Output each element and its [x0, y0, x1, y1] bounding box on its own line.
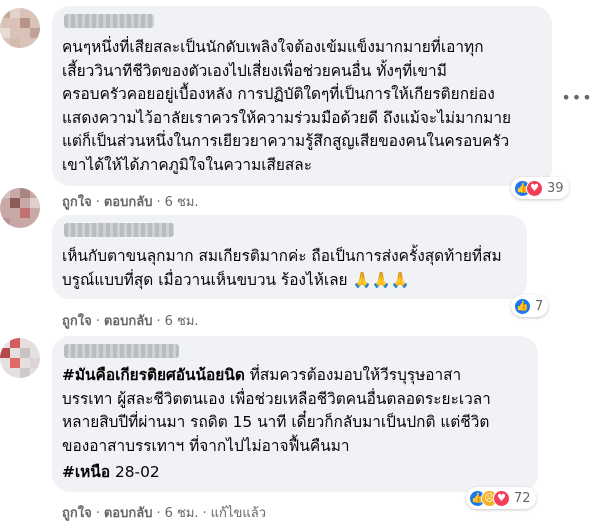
reply-button[interactable]: ตอบกลับ	[104, 506, 153, 521]
comment-line: เขาได้ให้ได้ภาคภูมิใจในความเสียสละ	[62, 155, 312, 174]
love-reaction-icon: ♥	[493, 489, 510, 507]
comment-bubble: #มันคือเกียรติยศอันน้อยนิด ที่สมควรต้องม…	[52, 336, 538, 492]
reaction-count: 72	[514, 490, 531, 506]
comment-line: เห็นกับตาขนลุกมาก สมเกียรติมากค่ะ ถือเป็…	[62, 247, 502, 265]
comment-actions: ถูกใจ · ตอบกลับ · 6 ชม.	[62, 314, 199, 329]
comment-actions: ถูกใจ · ตอบกลับ · 6 ชม. · แก้ไขแล้ว	[62, 506, 266, 521]
avatar[interactable]	[0, 338, 40, 378]
comment-bubble: คนๆหนึ่งที่เสียสละเป็นนักดับเพลิงใจต้องเ…	[52, 6, 552, 186]
avatar[interactable]	[0, 8, 40, 48]
timestamp[interactable]: 6 ชม.	[165, 506, 199, 521]
like-button[interactable]: ถูกใจ	[62, 314, 92, 329]
avatar[interactable]	[0, 188, 40, 228]
author-name-redacted[interactable]	[64, 14, 154, 28]
reaction-count: 39	[547, 180, 564, 196]
comment-line: แสดงความไว้อาลัยเราควรให้ความร่วมมือด้วย…	[62, 108, 511, 127]
comment-line: บรูณ์แบบที่สุด เมื่อวานเห็นขบวน ร้องไห้เ…	[62, 270, 410, 289]
comment-line: #เหนือ 28-02	[62, 463, 160, 481]
more-horizontal-icon[interactable]: •••	[561, 86, 591, 108]
comment-text: เห็นกับตาขนลุกมาก สมเกียรติมากค่ะ ถือเป็…	[62, 245, 502, 292]
reply-button[interactable]: ตอบกลับ	[104, 195, 153, 210]
comment-line: #มันคือเกียรติยศอันน้อยนิด ที่สมควรต้องม…	[62, 366, 462, 384]
comment-line: ครอบครัวคอยอยู่เบื้องหลัง การปฏิบัติใดๆท…	[62, 85, 495, 103]
timestamp[interactable]: 6 ชม.	[165, 195, 199, 210]
timestamp[interactable]: 6 ชม.	[165, 314, 199, 329]
like-button[interactable]: ถูกใจ	[62, 506, 92, 521]
reaction-count: 7	[535, 298, 544, 314]
love-reaction-icon: ♥	[526, 179, 543, 197]
comment-line: คนๆหนึ่งที่เสียสละเป็นนักดับเพลิงใจต้องเ…	[62, 38, 484, 56]
comment-line: เสี้ยววินาทีชีวิตของตัวเองไปเสี่ยงเพื่อช…	[62, 61, 447, 80]
like-button[interactable]: ถูกใจ	[62, 195, 92, 210]
comment-text: คนๆหนึ่งที่เสียสละเป็นนักดับเพลิงใจต้องเ…	[62, 36, 511, 177]
reaction-summary[interactable]: 👍 ♥ 39	[511, 177, 569, 199]
comment-line: บรรเทา ผู้สละชีวิตตนเอง เพื่อช่วยเหลือชี…	[62, 389, 491, 408]
comment-bubble: เห็นกับตาขนลุกมาก สมเกียรติมากค่ะ ถือเป็…	[52, 215, 527, 299]
reply-button[interactable]: ตอบกลับ	[104, 314, 153, 329]
author-name-redacted[interactable]	[64, 223, 174, 237]
comment-line: แต่ก็เป็นส่วนหนึ่งในการเยียวยาความรู้สึก…	[62, 132, 510, 150]
author-name-redacted[interactable]	[64, 344, 179, 358]
hashtag-link[interactable]: #เหนือ	[62, 463, 110, 481]
comment-line: ของอาสาบรรเทาฯ ที่จากไปไม่อาจฟื้นคืนมา	[62, 436, 350, 455]
hashtag-link[interactable]: #มันคือเกียรติยศอันน้อยนิด	[62, 366, 245, 384]
like-reaction-icon: 👍	[514, 297, 531, 315]
comment-actions: ถูกใจ · ตอบกลับ · 6 ชม.	[62, 195, 199, 210]
edited-label[interactable]: แก้ไขแล้ว	[211, 506, 266, 521]
comment-text: #มันคือเกียรติยศอันน้อยนิด ที่สมควรต้องม…	[62, 364, 491, 485]
reaction-summary[interactable]: 👍 ☹ ♥ 72	[466, 487, 536, 509]
reaction-summary[interactable]: 👍 7	[511, 295, 549, 317]
comment-line: หลายสิบปีที่ผ่านมา รถดิต 15 นาที เดี๋ยวก…	[62, 413, 490, 431]
